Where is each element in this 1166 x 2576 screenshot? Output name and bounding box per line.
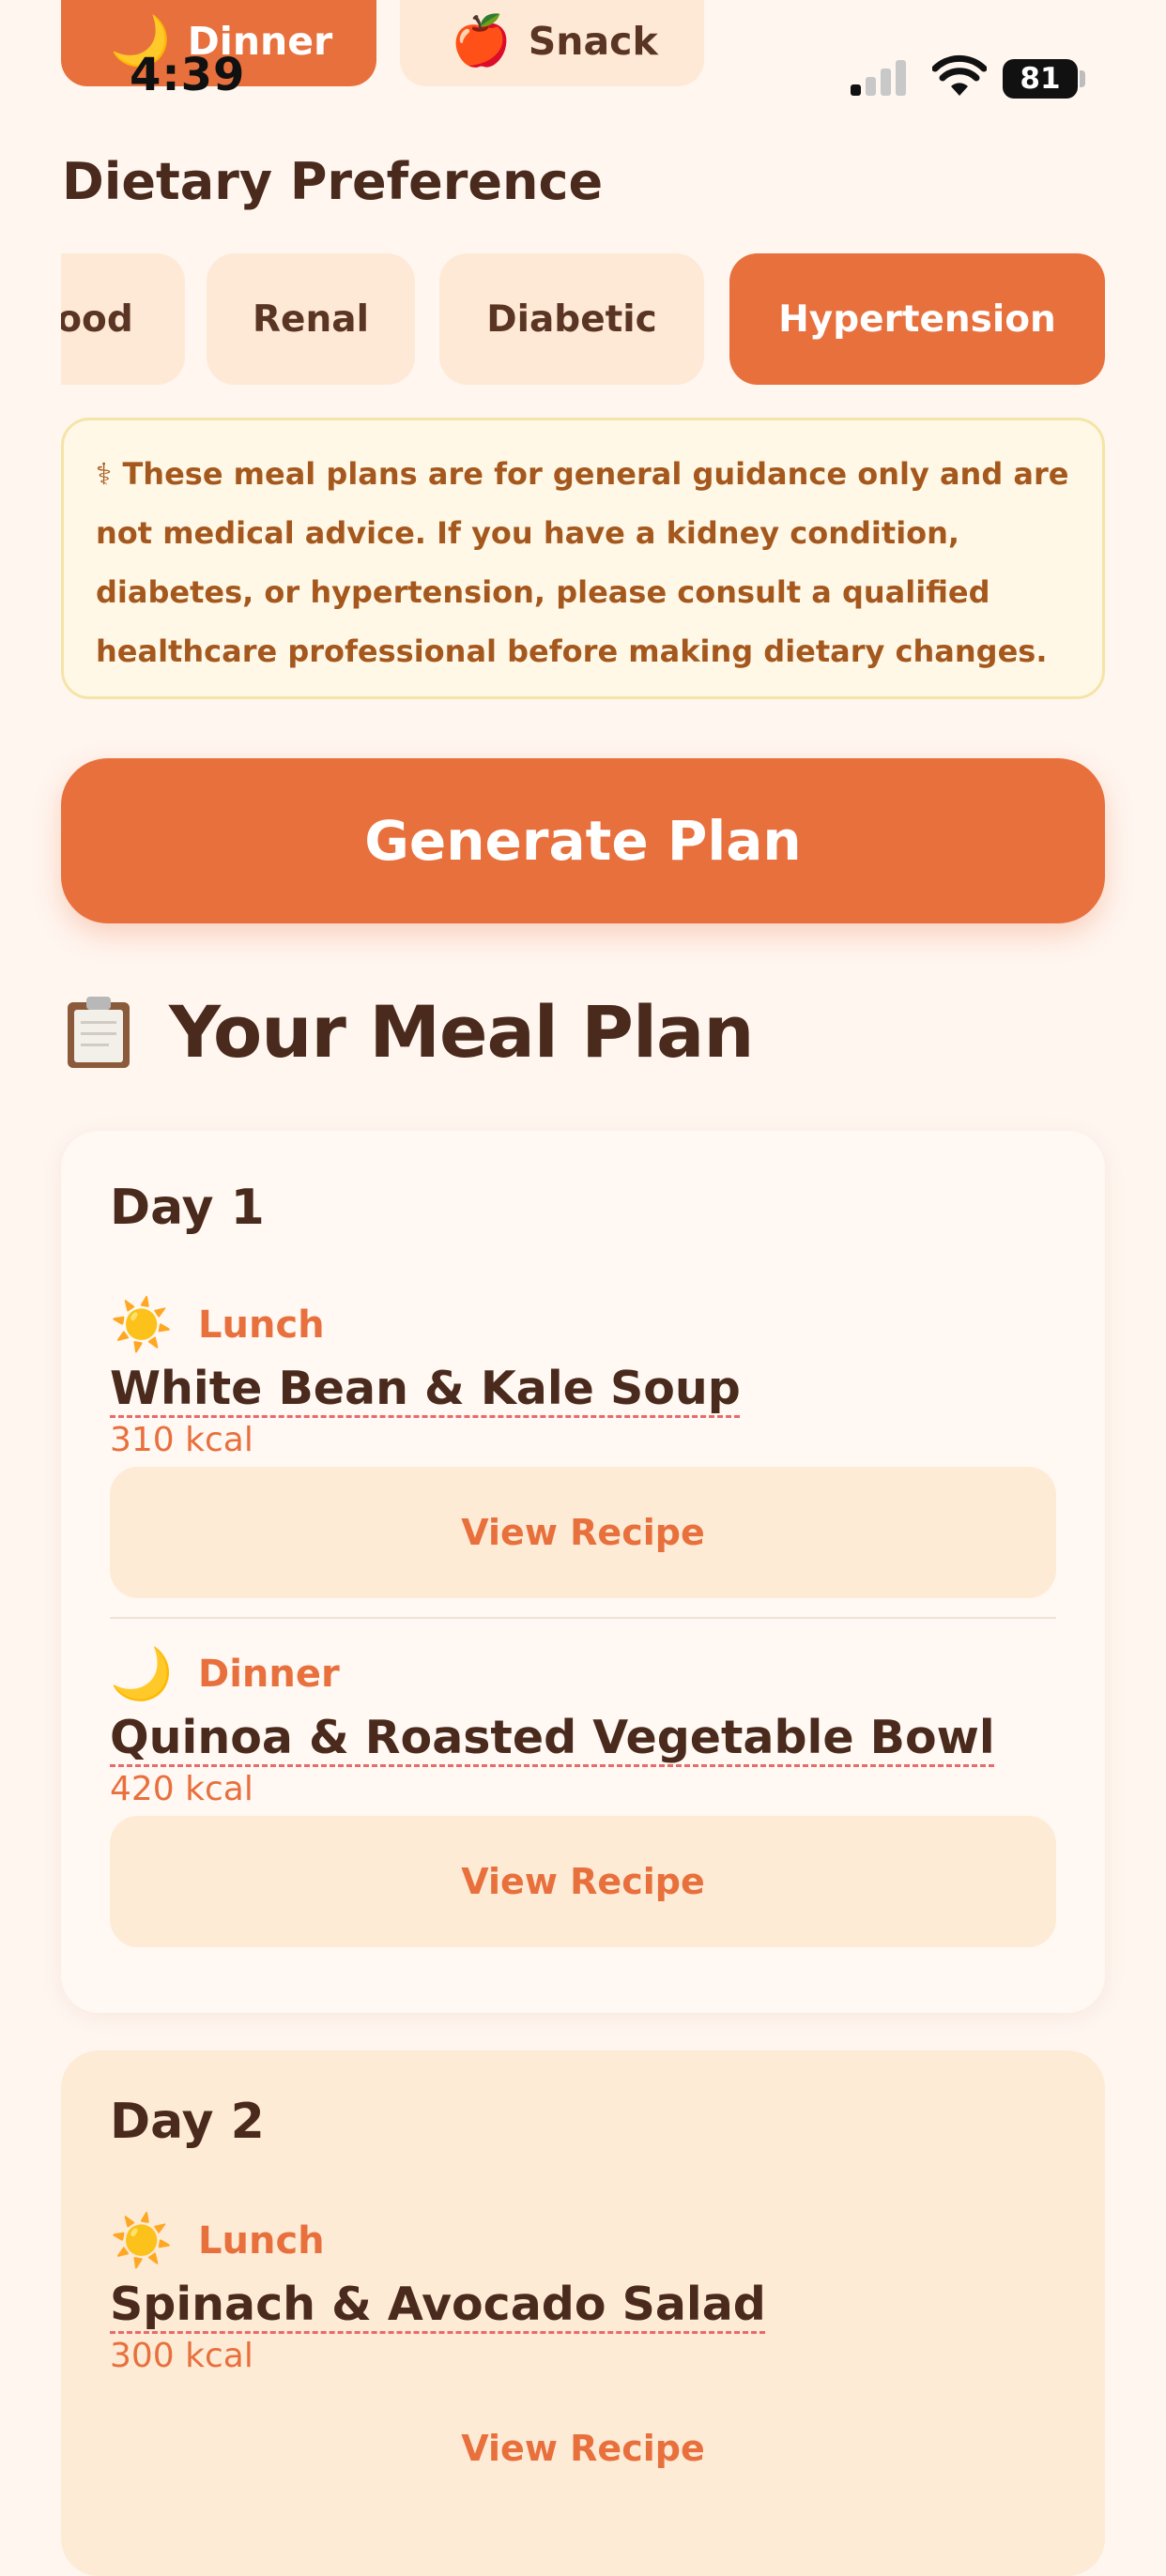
diet-chip-food[interactable]: ood xyxy=(61,253,185,385)
sun-icon: ☀️ xyxy=(110,2211,174,2270)
disclaimer-line: healthcare professional before making di… xyxy=(96,633,1048,669)
view-recipe-button[interactable]: View Recipe xyxy=(110,1816,1056,1947)
meal-calories: 420 kcal xyxy=(110,1770,253,1808)
meal-plan-title: Your Meal Plan xyxy=(169,990,754,1074)
diet-chip-hypertension[interactable]: Hypertension xyxy=(729,253,1105,385)
diet-chip-diabetic[interactable]: Diabetic xyxy=(439,253,704,385)
wifi-icon xyxy=(932,54,987,96)
meal-divider xyxy=(110,1617,1056,1619)
meal-name: White Bean & Kale Soup xyxy=(110,1362,741,1415)
meal-type-label: Lunch xyxy=(198,2219,325,2263)
meal-name: Quinoa & Roasted Vegetable Bowl xyxy=(110,1711,995,1764)
meal-calories: 300 kcal xyxy=(110,2337,253,2375)
meal-item: ☀️ Lunch Spinach & Avocado Salad 300 kca… xyxy=(110,2208,1056,2514)
view-recipe-button[interactable]: View Recipe xyxy=(110,1467,1056,1598)
meal-item: 🌙 Dinner Quinoa & Roasted Vegetable Bowl… xyxy=(110,1641,1056,1947)
chip-label: Snack xyxy=(528,19,658,64)
meal-type-label: Dinner xyxy=(198,1653,340,1696)
day-title: Day 2 xyxy=(110,2094,265,2150)
dietary-options-row[interactable]: ood Renal Diabetic Hypertension xyxy=(61,253,1105,387)
moon-icon: 🌙 xyxy=(110,1644,174,1703)
cellular-signal-icon xyxy=(851,58,909,96)
disclaimer-line: not medical advice. If you have a kidney… xyxy=(96,515,960,551)
meal-type-row: ☀️ Lunch xyxy=(110,2208,1056,2274)
meal-calories: 310 kcal xyxy=(110,1421,253,1459)
meal-type-row: ☀️ Lunch xyxy=(110,1292,1056,1358)
meal-item: ☀️ Lunch White Bean & Kale Soup 310 kcal… xyxy=(110,1292,1056,1598)
sun-icon: ☀️ xyxy=(110,1295,174,1354)
meal-plan-header: Your Meal Plan xyxy=(66,990,754,1074)
medical-disclaimer: ⚕ These meal plans are for general guida… xyxy=(61,418,1105,699)
meal-type-chip-snack[interactable]: 🍎 Snack xyxy=(400,0,704,86)
clipboard-icon xyxy=(68,996,130,1068)
view-recipe-button[interactable]: View Recipe xyxy=(110,2383,1056,2514)
day-card: Day 1 ☀️ Lunch White Bean & Kale Soup 31… xyxy=(61,1131,1105,2013)
meal-type-label: Lunch xyxy=(198,1303,325,1347)
diet-chip-renal[interactable]: Renal xyxy=(207,253,415,385)
dietary-preference-heading: Dietary Preference xyxy=(62,152,604,211)
disclaimer-line: diabetes, or hypertension, please consul… xyxy=(96,574,990,610)
status-time: 4:39 xyxy=(130,49,246,101)
apple-icon: 🍎 xyxy=(451,13,512,69)
meal-type-row: 🌙 Dinner xyxy=(110,1641,1056,1707)
battery-icon: 81 xyxy=(1003,59,1078,99)
disclaimer-line: ⚕ These meal plans are for general guida… xyxy=(96,456,1069,492)
meal-name: Spinach & Avocado Salad xyxy=(110,2278,766,2331)
generate-plan-button[interactable]: Generate Plan xyxy=(61,758,1105,923)
day-title: Day 1 xyxy=(110,1180,265,1236)
battery-tip xyxy=(1080,70,1085,87)
day-card: Day 2 ☀️ Lunch Spinach & Avocado Salad 3… xyxy=(61,2050,1105,2576)
